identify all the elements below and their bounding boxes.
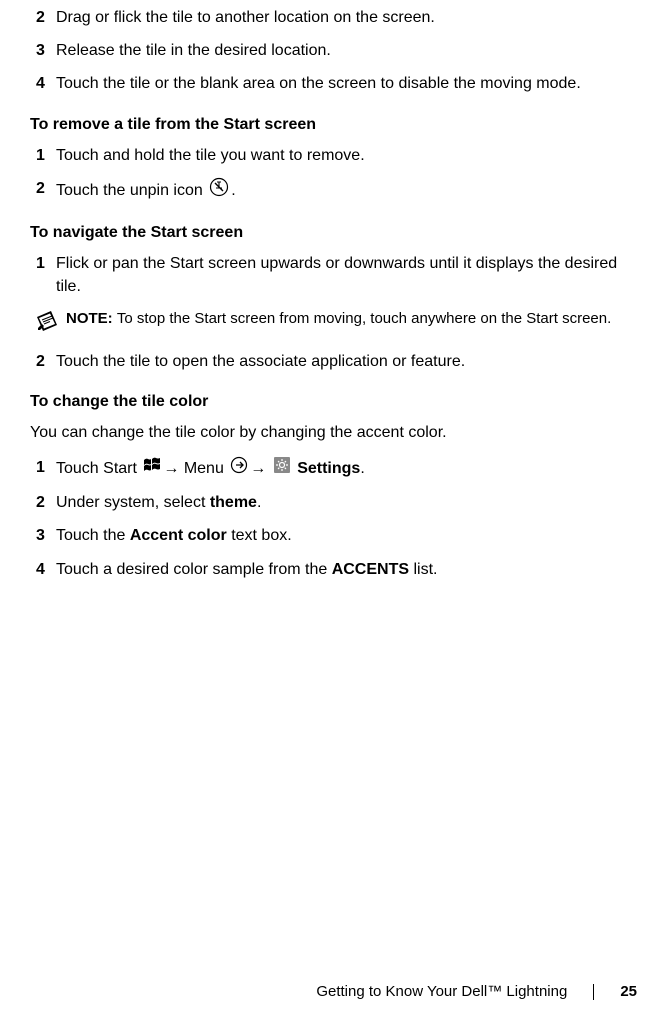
list-item: 2 Touch the tile to open the associate a… xyxy=(30,350,637,373)
note-text: NOTE: To stop the Start screen from movi… xyxy=(66,308,637,329)
list-item: 2 Drag or flick the tile to another loca… xyxy=(30,6,637,29)
list-item: 1 Touch and hold the tile you want to re… xyxy=(30,144,637,167)
section-heading: To remove a tile from the Start screen xyxy=(30,116,637,134)
step-number: 2 xyxy=(30,6,56,29)
list-item: 1 Flick or pan the Start screen upwards … xyxy=(30,252,637,298)
step-text: Touch a desired color sample from the AC… xyxy=(56,558,637,581)
step-number: 1 xyxy=(30,252,56,298)
step-number: 2 xyxy=(30,491,56,514)
step-number: 1 xyxy=(30,456,56,481)
text-fragment: Touch the xyxy=(56,527,130,544)
arrow-circle-icon xyxy=(230,456,248,481)
step-number: 2 xyxy=(30,350,56,373)
section-intro: You can change the tile color by changin… xyxy=(30,421,637,444)
text-fragment: Menu xyxy=(184,460,228,477)
list-item: 3 Touch the Accent color text box. xyxy=(30,524,637,547)
text-bold: ACCENTS xyxy=(332,561,409,578)
step-number: 4 xyxy=(30,558,56,581)
text-fragment: Under system, select xyxy=(56,494,210,511)
list-item: 2 Under system, select theme. xyxy=(30,491,637,514)
text-fragment: Touch Start xyxy=(56,460,141,477)
step-number: 1 xyxy=(30,144,56,167)
note-block: NOTE: To stop the Start screen from movi… xyxy=(36,308,637,339)
step-number: 3 xyxy=(30,524,56,547)
step-number: 2 xyxy=(30,177,56,204)
footer-page-number: 25 xyxy=(620,983,637,1000)
arrow-icon: → xyxy=(250,460,270,477)
unpin-icon xyxy=(209,177,229,204)
settings-icon xyxy=(273,456,291,481)
text-fragment: text box. xyxy=(227,527,292,544)
list-item: 3 Release the tile in the desired locati… xyxy=(30,39,637,62)
text-bold: theme xyxy=(210,494,257,511)
footer-chapter: Getting to Know Your Dell™ Lightning xyxy=(316,983,567,1000)
step-text: Under system, select theme. xyxy=(56,491,637,514)
note-icon xyxy=(36,310,58,339)
list-item: 4 Touch the tile or the blank area on th… xyxy=(30,72,637,95)
step-text: Touch Start → Menu → Settings. xyxy=(56,456,637,481)
text-bold: Settings xyxy=(293,460,361,477)
step-number: 4 xyxy=(30,72,56,95)
text-fragment: Touch a desired color sample from the xyxy=(56,561,332,578)
step-text: Touch the Accent color text box. xyxy=(56,524,637,547)
text-bold: Accent color xyxy=(130,527,227,544)
text-fragment: . xyxy=(231,182,235,199)
list-item: 1 Touch Start → Menu → Settings. xyxy=(30,456,637,481)
page-footer: Getting to Know Your Dell™ Lightning 25 xyxy=(316,983,637,1000)
step-text: Flick or pan the Start screen upwards or… xyxy=(56,252,637,298)
text-fragment: To stop the Start screen from moving, to… xyxy=(117,310,611,327)
step-number: 3 xyxy=(30,39,56,62)
step-text: Touch and hold the tile you want to remo… xyxy=(56,144,637,167)
section-heading: To navigate the Start screen xyxy=(30,224,637,242)
section-heading: To change the tile color xyxy=(30,393,637,411)
text-fragment: list. xyxy=(409,561,437,578)
text-fragment: . xyxy=(360,460,364,477)
note-label: NOTE: xyxy=(66,310,117,327)
step-text: Touch the unpin icon . xyxy=(56,177,637,204)
arrow-icon: → xyxy=(163,460,183,477)
text-fragment: Touch the unpin icon xyxy=(56,182,207,199)
step-text: Release the tile in the desired location… xyxy=(56,39,637,62)
windows-start-icon xyxy=(143,457,161,480)
text-fragment: . xyxy=(257,494,261,511)
list-item: 2 Touch the unpin icon . xyxy=(30,177,637,204)
step-text: Touch the tile to open the associate app… xyxy=(56,350,637,373)
list-item: 4 Touch a desired color sample from the … xyxy=(30,558,637,581)
footer-divider xyxy=(593,984,594,1000)
step-text: Touch the tile or the blank area on the … xyxy=(56,72,637,95)
step-text: Drag or flick the tile to another locati… xyxy=(56,6,637,29)
page-content: 2 Drag or flick the tile to another loca… xyxy=(30,0,637,581)
